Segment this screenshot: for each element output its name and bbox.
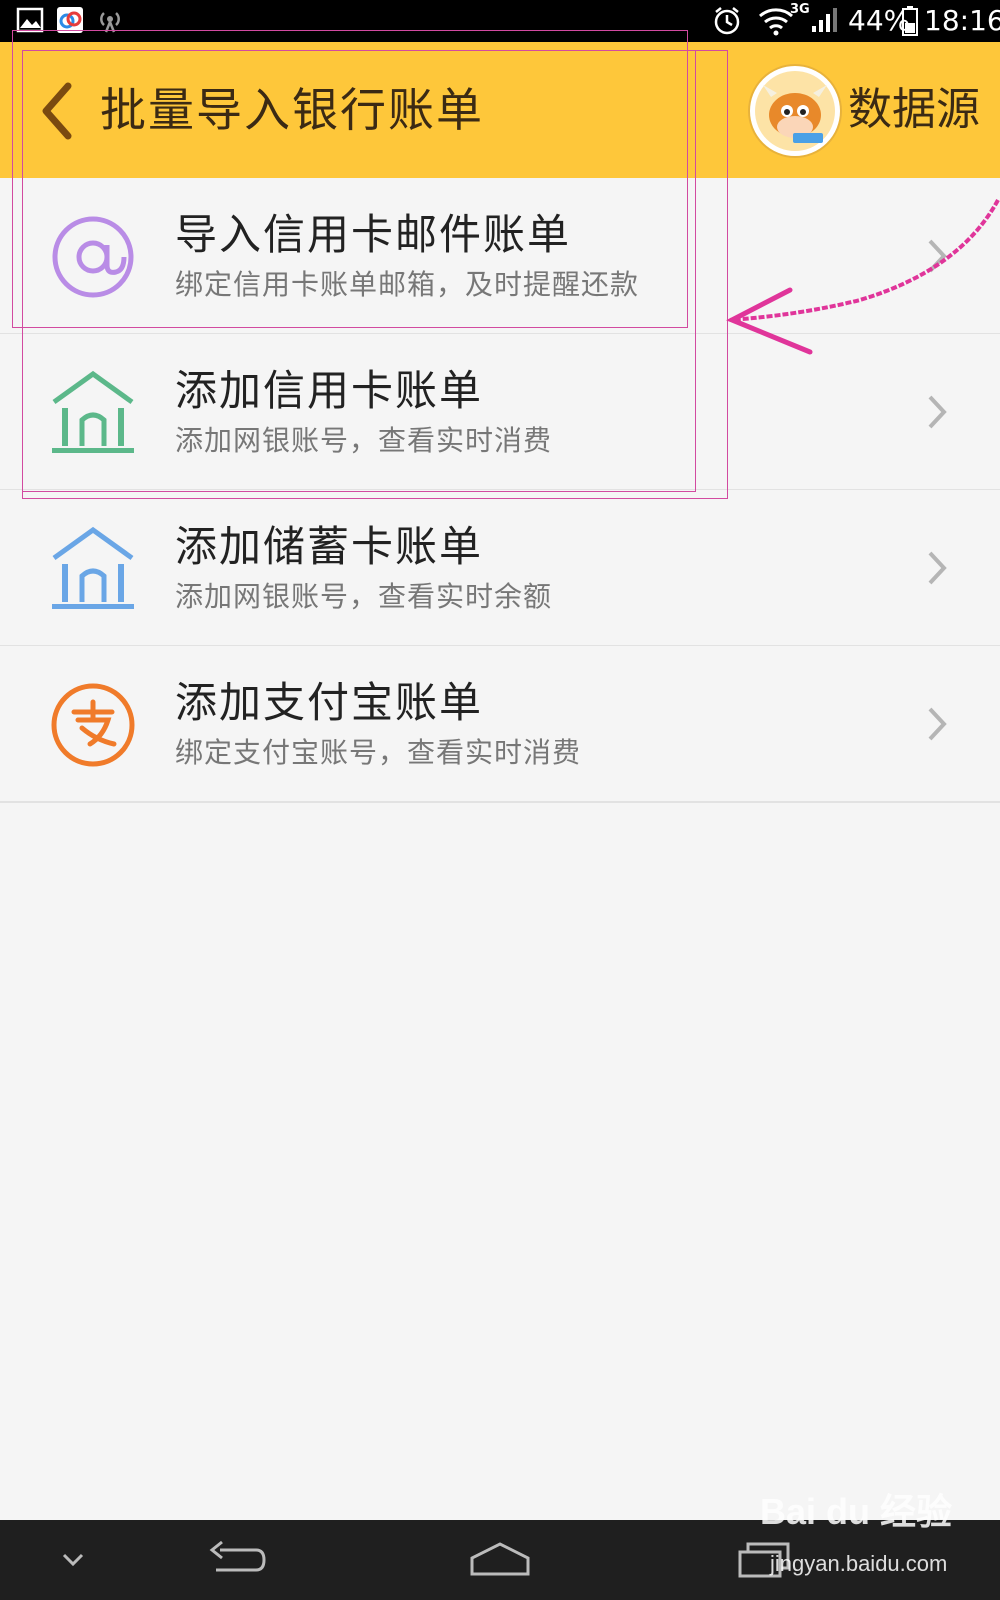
chevron-right-icon <box>928 395 947 429</box>
list-item-subtitle: 添加网银账号，查看实时消费 <box>175 424 553 457</box>
back-icon[interactable] <box>206 1538 266 1582</box>
watermark-brand: Bai du 经验 <box>760 1491 953 1532</box>
annotation-arrow-icon <box>726 199 1000 355</box>
hotspot-icon <box>100 12 120 33</box>
cow-avatar-icon[interactable] <box>750 66 840 156</box>
home-icon[interactable] <box>468 1538 532 1582</box>
page-title: 批量导入银行账单 <box>100 83 484 137</box>
list-item-subtitle: 绑定支付宝账号，查看实时消费 <box>175 736 582 769</box>
at-sign-icon <box>52 216 134 298</box>
chevron-left-icon[interactable] <box>36 78 86 144</box>
chevron-right-icon <box>928 707 947 741</box>
list-item-add-debit-card-bill[interactable]: 添加储蓄卡账单 添加网银账号，查看实时余额 <box>0 490 1000 647</box>
status-bar: 3G 44% 18:16 <box>0 0 1000 42</box>
bank-icon <box>52 370 134 453</box>
bank-icon <box>52 526 134 609</box>
app-header: 批量导入银行账单 数据源 <box>0 42 1000 178</box>
gallery-icon <box>16 7 44 33</box>
wifi-icon <box>759 8 793 36</box>
list-item-title: 添加信用卡账单 <box>175 366 484 415</box>
collapse-icon[interactable] <box>58 1550 88 1570</box>
list-item-title: 添加支付宝账单 <box>175 678 484 727</box>
chevron-right-icon <box>928 551 947 585</box>
battery-percent: 44% <box>848 4 911 37</box>
alarm-icon <box>714 7 740 35</box>
list-item-subtitle: 绑定信用卡账单邮箱，及时提醒还款 <box>175 268 640 301</box>
list-item-subtitle: 添加网银账号，查看实时余额 <box>175 580 553 613</box>
baidu-cloud-icon <box>57 7 83 33</box>
alipay-icon <box>51 683 135 767</box>
list-item-title: 添加储蓄卡账单 <box>175 522 484 571</box>
clock: 18:16 <box>924 4 1000 37</box>
network-type: 3G <box>790 2 810 17</box>
watermark-url: jingyan.baidu.com <box>770 1551 948 1576</box>
battery-icon <box>902 6 918 36</box>
data-source-button[interactable]: 数据源 <box>848 80 980 140</box>
list-item-add-alipay-bill[interactable]: 添加支付宝账单 绑定支付宝账号，查看实时消费 <box>0 646 1000 803</box>
list-item-title: 导入信用卡邮件账单 <box>175 210 572 259</box>
signal-icon <box>812 8 837 32</box>
